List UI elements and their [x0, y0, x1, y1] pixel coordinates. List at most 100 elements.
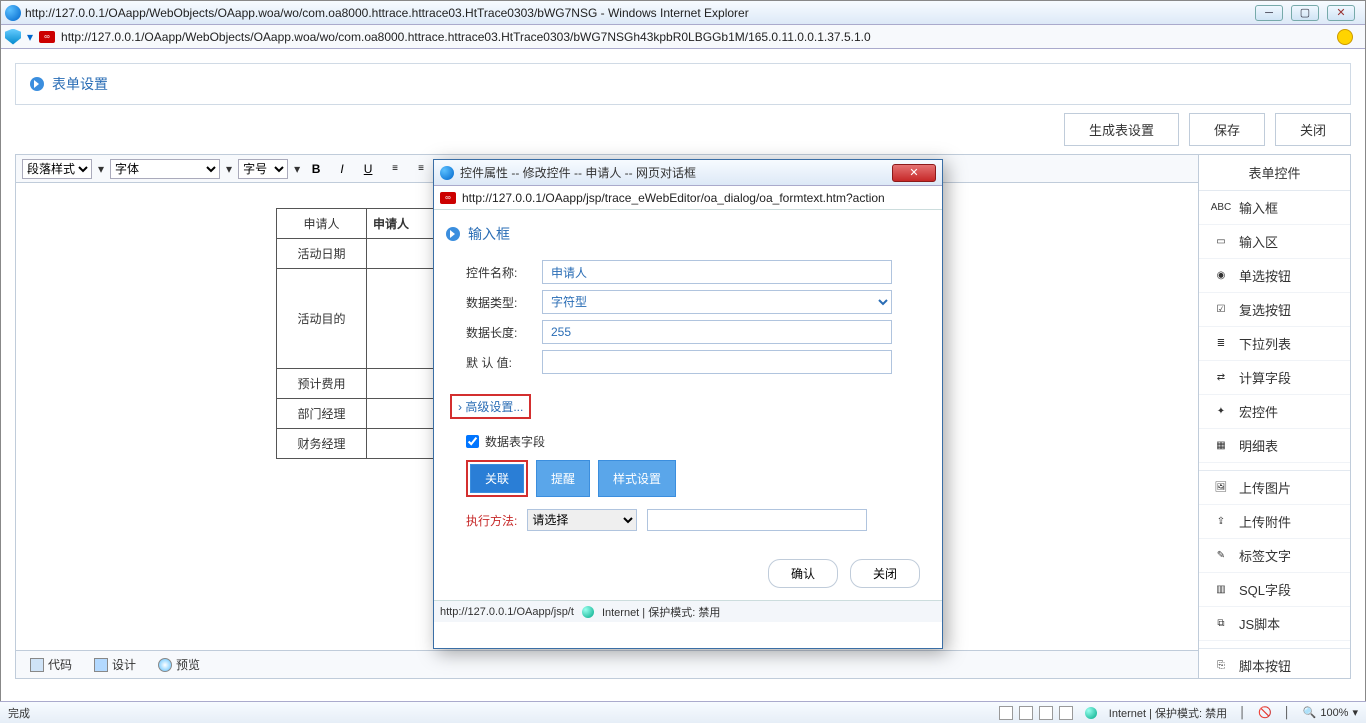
status-icons — [999, 706, 1073, 720]
save-button[interactable]: 保存 — [1189, 113, 1265, 146]
globe-icon — [582, 606, 594, 618]
zoom-control[interactable]: 🔍 100% ▾ — [1303, 706, 1358, 719]
ie-icon — [440, 166, 454, 180]
sidebar-item-icon: ☑ — [1213, 302, 1229, 318]
sidebar-item[interactable]: ▥SQL字段 — [1199, 573, 1350, 607]
dialog-close-button[interactable]: ✕ — [892, 164, 936, 182]
sidebar-item-icon: ⇪ — [1213, 514, 1229, 530]
cell-label: 财务经理 — [277, 429, 367, 459]
action-row: 生成表设置 保存 关闭 — [3, 105, 1363, 154]
sidebar-item-icon: ▥ — [1213, 582, 1229, 598]
data-length-input[interactable] — [542, 320, 892, 344]
dialog-status-right: Internet | 保护模式: 禁用 — [602, 604, 720, 620]
tab-preview[interactable]: 预览 — [154, 654, 204, 675]
sidebar-item-icon: ▦ — [1213, 438, 1229, 454]
table-row: 部门经理 — [277, 399, 445, 429]
sidebar-item-label: 输入区 — [1239, 232, 1278, 251]
sidebar-item-label: 下拉列表 — [1239, 334, 1291, 353]
sidebar-item-icon: ⎘ — [1213, 658, 1229, 674]
sidebar-item[interactable]: ▭输入区 — [1199, 225, 1350, 259]
table-row: 活动日期 — [277, 239, 445, 269]
control-name-input[interactable] — [542, 260, 892, 284]
security-indicator-icon — [1337, 29, 1353, 45]
italic-button[interactable]: I — [332, 159, 352, 179]
sidebar-item-label: 宏控件 — [1239, 402, 1278, 421]
tab-style-button[interactable]: 样式设置 — [598, 460, 676, 497]
sidebar-item-label: 计算字段 — [1239, 368, 1291, 387]
font-select[interactable]: 字体 — [110, 159, 220, 179]
status-icon — [1019, 706, 1033, 720]
compat-icon: ∞ — [39, 31, 55, 43]
compat-icon: ∞ — [440, 192, 456, 204]
sidebar-item-label: 复选按钮 — [1239, 300, 1291, 319]
preview-icon — [158, 658, 172, 672]
maximize-button[interactable]: ▢ — [1291, 5, 1319, 21]
shield-icon — [5, 29, 21, 45]
sidebar-item[interactable]: ✎标签文字 — [1199, 539, 1350, 573]
sidebar-item-icon: 🖼 — [1213, 480, 1229, 496]
code-icon — [30, 658, 44, 672]
window-close-button[interactable]: ✕ — [1327, 5, 1355, 21]
sidebar-item[interactable]: ⇪上传附件 — [1199, 505, 1350, 539]
status-icon — [999, 706, 1013, 720]
window-titlebar: http://127.0.0.1/OAapp/WebObjects/OAapp.… — [1, 1, 1365, 25]
cell-label: 活动日期 — [277, 239, 367, 269]
align-center-button[interactable]: ≡ — [410, 159, 430, 179]
datatable-field-checkbox[interactable] — [466, 435, 479, 448]
control-properties-dialog: 控件属性 -- 修改控件 -- 申请人 -- 网页对话框 ✕ ∞ http://… — [433, 159, 943, 649]
zoom-icon: 🔍 — [1303, 706, 1317, 719]
dialog-section-title: 输入框 — [468, 224, 510, 244]
dialog-status-left: http://127.0.0.1/OAapp/jsp/t — [440, 606, 574, 618]
close-button[interactable]: 关闭 — [1275, 113, 1351, 146]
tab-link-button[interactable]: 关联 — [470, 464, 524, 493]
sidebar-item[interactable]: ✦宏控件 — [1199, 395, 1350, 429]
design-icon — [94, 658, 108, 672]
sidebar-item[interactable]: ≣ 下拉列表 — [1199, 327, 1350, 361]
sidebar-item-icon: ABC — [1213, 200, 1229, 216]
sidebar-item[interactable]: ◉单选按钮 — [1199, 259, 1350, 293]
sidebar-item-label: 标签文字 — [1239, 546, 1291, 565]
sidebar-item-icon: ≣ — [1213, 336, 1229, 352]
globe-icon — [1085, 707, 1097, 719]
tab-design[interactable]: 设计 — [90, 654, 140, 675]
dialog-title: 控件属性 -- 修改控件 -- 申请人 -- 网页对话框 — [460, 164, 886, 181]
browser-statusbar: 完成 Internet | 保护模式: 禁用 │ 🚫 │ 🔍 100% ▾ — [0, 701, 1366, 723]
cell-label: 活动目的 — [277, 269, 367, 369]
size-select[interactable]: 字号 — [238, 159, 288, 179]
minimize-button[interactable]: ─ — [1255, 5, 1283, 21]
tab-code[interactable]: 代码 — [26, 654, 76, 675]
dialog-cancel-button[interactable]: 关闭 — [850, 559, 920, 588]
sidebar-item[interactable]: ⇄计算字段 — [1199, 361, 1350, 395]
bold-button[interactable]: B — [306, 159, 326, 179]
page-header: 表单设置 — [15, 63, 1351, 105]
table-row: 活动目的 — [277, 269, 445, 369]
data-type-label: 数据类型: — [466, 294, 530, 311]
default-value-input[interactable] — [542, 350, 892, 374]
sidebar-item[interactable]: ⎘脚本按钮 — [1199, 649, 1350, 679]
table-row: 申请人 申请人 — [277, 209, 445, 239]
sidebar-item-label: 输入框 — [1239, 198, 1278, 217]
underline-button[interactable]: U — [358, 159, 378, 179]
dialog-ok-button[interactable]: 确认 — [768, 559, 838, 588]
controls-sidebar: 表单控件 ABC输入框▭输入区◉单选按钮☑复选按钮≣下拉列表⇄计算字段✦宏控件▦… — [1199, 154, 1351, 679]
sidebar-item[interactable]: ABC 输入框 — [1199, 191, 1350, 225]
form-table: 申请人 申请人 活动日期 活动目的 预计费用 — [276, 208, 445, 459]
advanced-settings-link[interactable]: 高级设置... — [450, 394, 531, 419]
status-icon — [1039, 706, 1053, 720]
cell-label: 申请人 — [277, 209, 367, 239]
exec-method-input[interactable] — [647, 509, 867, 531]
sidebar-item[interactable]: ▦明细表 — [1199, 429, 1350, 463]
sidebar-item[interactable]: ⧉JS脚本 — [1199, 607, 1350, 641]
exec-method-select[interactable]: 请选择 — [527, 509, 637, 531]
align-left-button[interactable]: ≡ — [384, 159, 404, 179]
sidebar-item[interactable]: 🖼 上传图片 — [1199, 471, 1350, 505]
sidebar-item-label: 上传图片 — [1239, 478, 1291, 497]
paragraph-select[interactable]: 段落样式 — [22, 159, 92, 179]
tab-remind-button[interactable]: 提醒 — [536, 460, 590, 497]
data-type-select[interactable]: 字符型 — [542, 290, 892, 314]
generate-button[interactable]: 生成表设置 — [1064, 113, 1179, 146]
url-text[interactable]: http://127.0.0.1/OAapp/WebObjects/OAapp.… — [61, 30, 1331, 44]
sidebar-item[interactable]: ☑ 复选按钮 — [1199, 293, 1350, 327]
zoom-value: 100% — [1320, 707, 1348, 719]
cell-label: 部门经理 — [277, 399, 367, 429]
